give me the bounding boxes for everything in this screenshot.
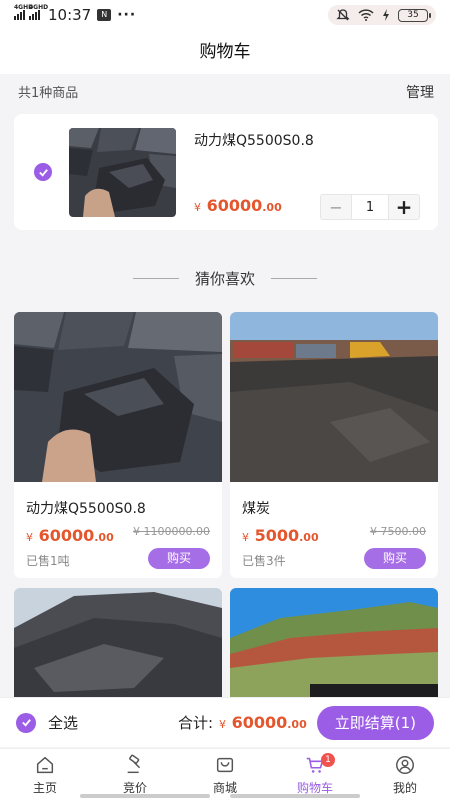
checkout-button[interactable]: 立即结算(1) — [316, 705, 434, 740]
original-price: ¥ 1100000.00 — [133, 525, 210, 538]
cart-summary: 共1种商品 管理 — [18, 82, 434, 102]
divider — [271, 278, 317, 279]
tab-label: 竞价 — [122, 780, 147, 795]
tab-profile[interactable]: 我的 — [360, 749, 450, 800]
tab-home[interactable]: 主页 — [0, 749, 90, 800]
tab-auction[interactable]: 竞价 — [90, 749, 180, 800]
nfc-icon: N — [97, 9, 112, 21]
product-title[interactable]: 煤炭 — [242, 498, 270, 518]
price-integer: 60000 — [231, 713, 288, 732]
currency-symbol: ¥ — [219, 718, 226, 731]
buy-button[interactable]: 购买 — [364, 548, 426, 569]
status-icons: 35 — [328, 5, 436, 25]
check-icon — [21, 719, 31, 727]
currency-symbol: ¥ — [194, 201, 201, 214]
currency-symbol: ¥ — [242, 531, 249, 544]
product-title[interactable]: 动力煤Q5500S0.8 — [194, 130, 314, 150]
total-label: 合计: — [177, 714, 213, 732]
tab-label: 购物车 — [296, 780, 333, 795]
auction-icon — [127, 754, 141, 773]
sold-count: 已售1吨 — [26, 554, 70, 568]
checkout-bar: 全选 合计: ¥ 60000.00 立即结算(1) — [0, 697, 450, 747]
home-indicator — [80, 794, 210, 798]
profile-icon — [396, 755, 414, 774]
price-integer: 60000 — [206, 196, 263, 215]
currency-symbol: ¥ — [26, 531, 33, 544]
recommend-heading: 猜你喜欢 — [0, 268, 450, 289]
product-title[interactable]: 动力煤Q5500S0.8 — [26, 498, 146, 518]
page-title: 购物车 — [0, 30, 450, 74]
battery-icon: 35 — [398, 8, 431, 22]
price-integer: 60000 — [38, 526, 95, 545]
decrease-button[interactable]: − — [321, 195, 351, 219]
product-image[interactable] — [14, 588, 222, 697]
mall-icon — [216, 757, 234, 772]
product-price: ¥ 60000.00 — [26, 526, 114, 545]
original-price: ¥ 7500.00 — [370, 525, 426, 538]
product-price: ¥ 5000.00 — [242, 526, 319, 545]
manage-button[interactable]: 管理 — [406, 82, 434, 102]
signal-icon: 4GHD — [14, 4, 33, 20]
network-type-label: 4GHD — [29, 4, 49, 11]
sold-count: 已售3件 — [242, 554, 286, 568]
quantity-value[interactable]: 1 — [351, 195, 389, 219]
tab-label: 商城 — [212, 780, 237, 795]
product-image[interactable] — [14, 312, 222, 482]
price-integer: 5000 — [254, 526, 300, 545]
tab-cart[interactable]: 1 购物车 — [270, 749, 360, 800]
item-checkbox[interactable] — [34, 163, 52, 181]
home-icon — [36, 756, 54, 773]
recommend-title: 猜你喜欢 — [194, 270, 255, 288]
product-card[interactable]: 动力煤Q5500S0.8 ¥ 60000.00 ¥ 1100000.00 已售1… — [14, 312, 222, 578]
select-all-label[interactable]: 全选 — [48, 712, 78, 733]
buy-button[interactable]: 购买 — [148, 548, 210, 569]
product-image[interactable] — [69, 128, 176, 217]
tab-mall[interactable]: 商城 — [180, 749, 270, 800]
price-decimal: .00 — [262, 201, 282, 214]
quantity-stepper: − 1 + — [320, 194, 420, 220]
product-image[interactable] — [230, 312, 438, 482]
charging-icon — [383, 9, 389, 21]
status-bar: 4GHD 4GHD 10:37 N ··· 35 — [0, 0, 450, 30]
more-notifications-icon: ··· — [117, 7, 137, 23]
check-icon — [38, 168, 48, 177]
mute-icon — [336, 9, 350, 21]
product-price: ¥ 60000.00 — [194, 196, 282, 215]
product-image[interactable] — [230, 588, 438, 697]
tab-bar: 主页 竞价 商城 1 购物车 我的 — [0, 748, 450, 800]
signal-icon: 4GHD — [29, 4, 48, 20]
clock: 10:37 — [48, 6, 92, 24]
price-decimal: .00 — [299, 531, 319, 544]
tab-label: 主页 — [32, 780, 57, 795]
total-price: ¥ 60000.00 — [219, 713, 307, 732]
product-card[interactable] — [230, 588, 438, 697]
increase-button[interactable]: + — [389, 195, 419, 219]
product-card[interactable]: 煤炭 ¥ 5000.00 ¥ 7500.00 已售3件 购买 — [230, 312, 438, 578]
home-indicator — [230, 794, 360, 798]
price-decimal: .00 — [287, 718, 307, 731]
tab-label: 我的 — [392, 780, 417, 795]
item-count-label: 共1种商品 — [18, 86, 79, 101]
cart-badge: 1 — [321, 753, 335, 767]
price-decimal: .00 — [94, 531, 114, 544]
product-card[interactable] — [14, 588, 222, 697]
select-all-checkbox[interactable] — [16, 712, 36, 733]
wifi-icon — [358, 9, 374, 21]
cart-item: 动力煤Q5500S0.8 ¥ 60000.00 − 1 + — [14, 114, 438, 230]
divider — [132, 278, 179, 279]
